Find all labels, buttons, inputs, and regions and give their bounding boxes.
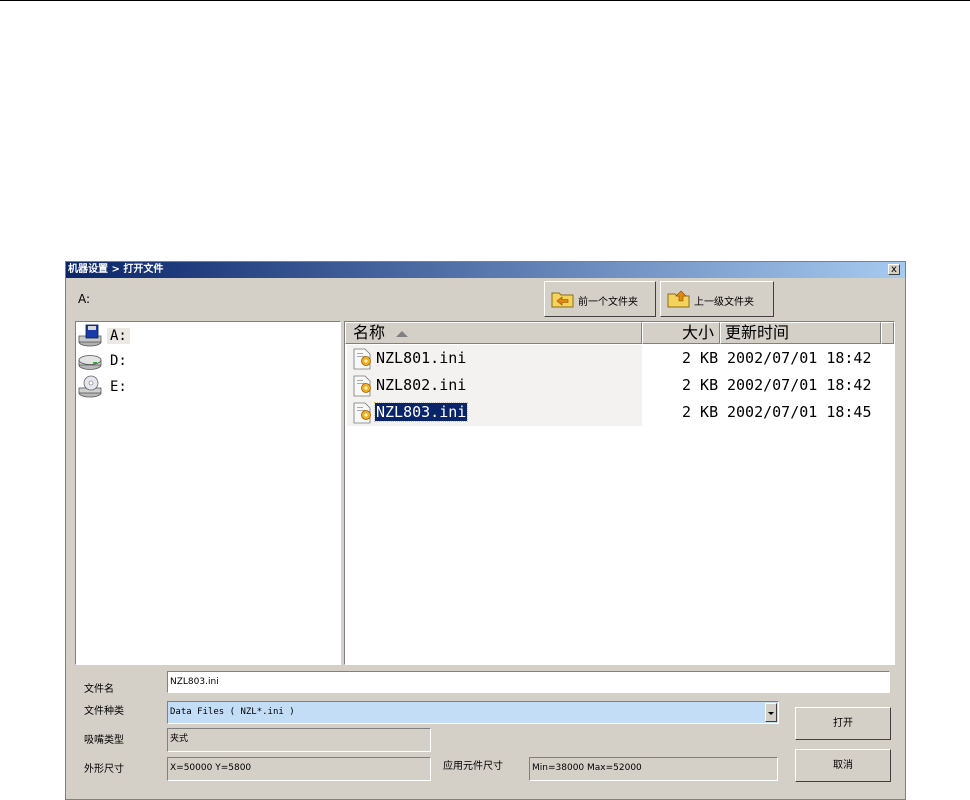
filename-label: 文件名: [84, 684, 114, 695]
folder-up-icon: [667, 290, 690, 308]
filetype-label: 文件种类: [84, 706, 124, 717]
file-modified: 2002/07/01 18:42: [727, 376, 872, 394]
column-modified-label: 更新时间: [725, 323, 790, 342]
ini-file-icon: [353, 375, 371, 397]
file-name: NZL803.ini: [373, 402, 469, 422]
top-rule: [0, 0, 970, 1]
component-size-label: 应用元件尺寸: [443, 761, 503, 772]
file-size: 2 KB: [682, 403, 719, 421]
cd-drive-icon: [78, 375, 102, 398]
filetype-value: Data Files ( NZL*.ini ): [170, 707, 295, 717]
nozzle-type-field: 夹式: [167, 728, 431, 752]
column-header-name[interactable]: 名称: [345, 322, 642, 344]
file-row[interactable]: NZL801.ini 2 KB 2002/07/01 18:42: [347, 345, 892, 372]
open-button[interactable]: 打开: [795, 707, 891, 740]
ini-file-icon: [353, 402, 371, 424]
column-name-label: 名称: [353, 323, 386, 342]
filetype-select[interactable]: Data Files ( NZL*.ini ): [167, 701, 779, 724]
column-header-modified[interactable]: 更新时间: [720, 322, 881, 344]
drive-label: D:: [110, 353, 127, 369]
up-folder-label: 上一级文件夹: [694, 297, 754, 308]
file-name: NZL801.ini: [376, 349, 467, 367]
cancel-button[interactable]: 取消: [795, 749, 891, 782]
floppy-drive-icon: [78, 324, 102, 347]
component-size-field: Min=38000 Max=52000: [529, 757, 778, 781]
hard-drive-icon: [78, 355, 102, 370]
column-header-size[interactable]: 大小: [642, 322, 720, 344]
outline-size-label: 外形尺寸: [84, 764, 124, 775]
drive-label: A:: [107, 328, 130, 344]
sort-ascending-icon: [396, 331, 408, 337]
file-list[interactable]: 名称 大小 更新时间 NZL801.ini 2 KB 2002/07/01 18…: [344, 321, 895, 665]
chevron-down-icon[interactable]: [765, 703, 777, 722]
column-size-label: 大小: [682, 323, 715, 342]
file-modified: 2002/07/01 18:42: [727, 349, 872, 367]
nozzle-type-label: 吸嘴类型: [84, 735, 124, 746]
drive-label: E:: [110, 379, 127, 395]
close-button[interactable]: x: [888, 264, 900, 275]
back-folder-button[interactable]: 前一个文件夹: [544, 281, 656, 317]
up-folder-button[interactable]: 上一级文件夹: [660, 281, 774, 317]
back-folder-label: 前一个文件夹: [578, 297, 638, 308]
file-size: 2 KB: [682, 376, 719, 394]
current-path: A:: [78, 292, 91, 306]
file-name: NZL802.ini: [376, 376, 467, 394]
file-modified: 2002/07/01 18:45: [727, 403, 872, 421]
open-file-dialog: 机器设置 > 打开文件 x A: 前一个文件夹 上一级文件夹 A: D: E: …: [65, 261, 906, 800]
column-header-filler: [881, 322, 894, 344]
ini-file-icon: [353, 348, 371, 370]
drive-tree[interactable]: A: D: E:: [75, 321, 341, 665]
file-row-selected[interactable]: NZL803.ini 2 KB 2002/07/01 18:45: [347, 399, 892, 426]
outline-size-field: X=50000 Y=5800: [167, 757, 431, 781]
folder-back-icon: [551, 292, 574, 308]
dialog-title: 机器设置 > 打开文件: [68, 264, 164, 275]
title-bar[interactable]: 机器设置 > 打开文件 x: [66, 262, 905, 278]
file-size: 2 KB: [682, 349, 719, 367]
file-row[interactable]: NZL802.ini 2 KB 2002/07/01 18:42: [347, 372, 892, 399]
filename-input[interactable]: NZL803.ini: [167, 671, 890, 693]
